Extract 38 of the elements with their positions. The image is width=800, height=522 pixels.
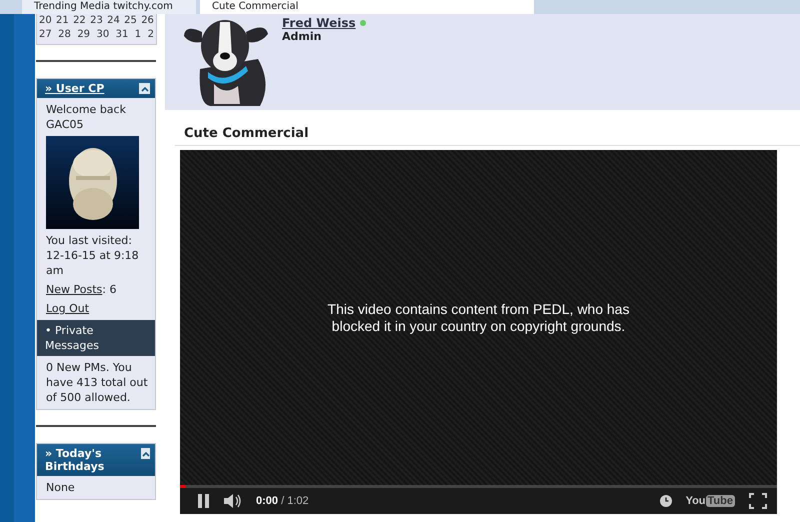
calendar-day[interactable]: 30 bbox=[96, 28, 110, 42]
calendar-day[interactable]: 23 bbox=[90, 14, 103, 28]
total-time: / 1:02 bbox=[281, 495, 309, 507]
birthdays-text: None bbox=[46, 480, 76, 495]
author-role: Admin bbox=[282, 30, 322, 43]
collapse-icon[interactable] bbox=[141, 448, 150, 459]
calendar-day[interactable]: 25 bbox=[124, 14, 137, 28]
video-blocked-message: This video contains content from PEDL, who has blocked it in your country on copyright grounds. bbox=[326, 300, 630, 334]
calendar-day[interactable]: 31 bbox=[116, 28, 128, 42]
calendar-day[interactable]: 1 bbox=[134, 28, 142, 42]
new-posts-link[interactable]: New Posts bbox=[46, 282, 102, 297]
calendar-day[interactable]: 21 bbox=[56, 14, 69, 28]
browser-tab[interactable]: Trending Media twitchy.com bbox=[22, 0, 196, 14]
new-posts-count: : 6 bbox=[102, 282, 116, 297]
calendar-day[interactable]: 27 bbox=[39, 28, 52, 42]
pause-icon[interactable] bbox=[198, 494, 210, 508]
calendar-day[interactable]: 20 bbox=[39, 14, 52, 28]
log-out-link[interactable]: Log Out bbox=[46, 301, 149, 316]
volume-icon[interactable] bbox=[224, 494, 242, 508]
calendar-day[interactable]: 28 bbox=[58, 28, 71, 42]
author-name-link[interactable]: Fred Weiss bbox=[282, 16, 356, 30]
post-title: Cute Commercial bbox=[175, 126, 800, 146]
calendar-day[interactable]: 2 bbox=[148, 28, 154, 42]
collapse-icon[interactable] bbox=[139, 83, 150, 94]
calendar-day[interactable]: 24 bbox=[107, 14, 120, 28]
browser-tab[interactable]: Cute Commercial bbox=[200, 0, 534, 14]
clock-icon[interactable] bbox=[660, 495, 672, 507]
private-messages-text: 0 New PMs. You have 413 total out of 500 allowed. bbox=[46, 360, 149, 405]
birthdays-title: » Today's Birthdays bbox=[45, 447, 106, 473]
calendar-day[interactable]: 26 bbox=[141, 14, 154, 28]
user-cp-link[interactable]: » User CP bbox=[45, 82, 104, 95]
fullscreen-icon[interactable] bbox=[749, 493, 767, 509]
private-messages-header[interactable]: • Private Messages bbox=[37, 320, 155, 356]
current-time: 0:00 bbox=[256, 495, 278, 507]
calendar-day[interactable]: 22 bbox=[73, 14, 86, 28]
welcome-text: Welcome back GAC05 bbox=[46, 102, 127, 132]
calendar-day[interactable]: 29 bbox=[77, 28, 90, 42]
last-visited-text: You last visited: 12-16-15 at 9:18 am bbox=[46, 233, 140, 278]
